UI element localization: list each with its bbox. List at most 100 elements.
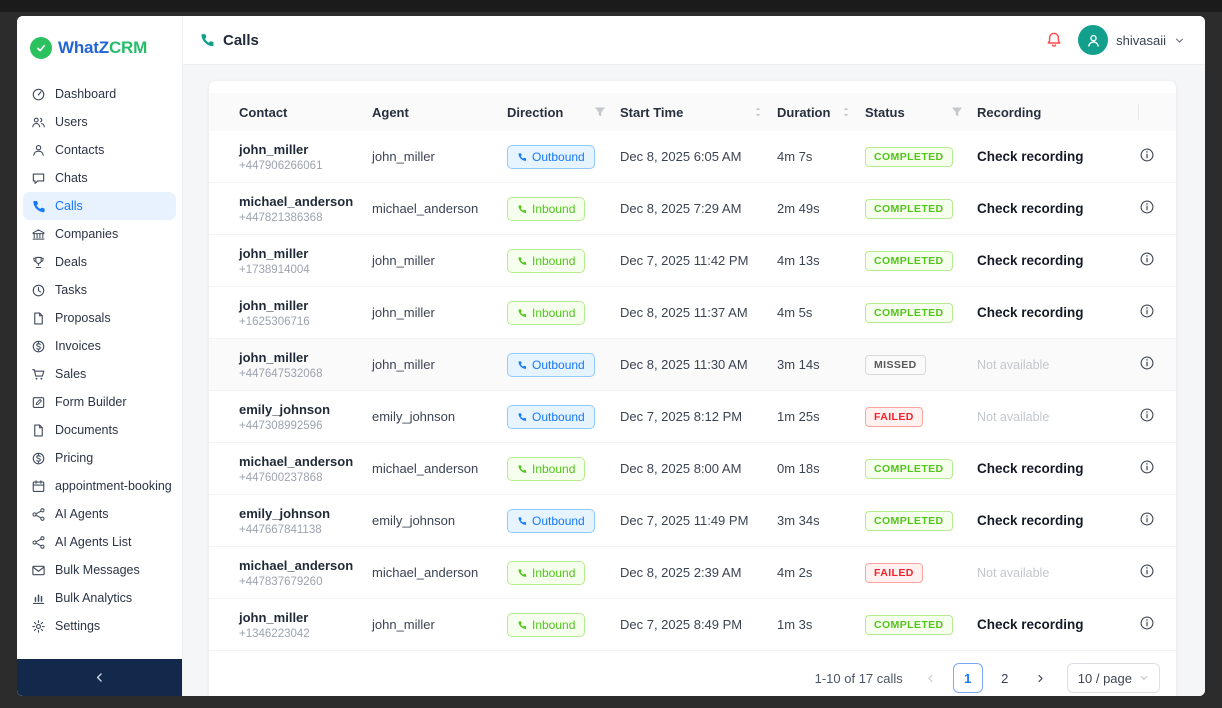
info-icon[interactable] xyxy=(1139,563,1155,579)
sidebar-item-pricing[interactable]: Pricing xyxy=(23,444,176,472)
sidebar-item-documents[interactable]: Documents xyxy=(23,416,176,444)
sidebar-nav: Dashboard Users Contacts Chats Calls Companie… xyxy=(17,74,182,659)
sidebar-item-label: Contacts xyxy=(55,143,105,157)
info-icon[interactable] xyxy=(1139,355,1155,371)
sidebar-item-dashboard[interactable]: Dashboard xyxy=(23,80,176,108)
start-time-cell: Dec 7, 2025 8:12 PM xyxy=(620,390,777,443)
sidebar-item-label: Documents xyxy=(55,423,119,437)
sidebar-item-invoices[interactable]: Invoices xyxy=(23,332,176,360)
filter-icon[interactable] xyxy=(951,106,963,118)
app-window: WhatZCRM Dashboard Users Contacts Chats Call… xyxy=(17,16,1205,696)
sidebar-item-chats[interactable]: Chats xyxy=(23,164,176,192)
column-header-duration[interactable]: Duration xyxy=(777,93,865,131)
phone-icon xyxy=(517,516,527,526)
table-row[interactable]: michael_anderson +447821386368 michael_and… xyxy=(209,182,1176,235)
bell-icon[interactable] xyxy=(1045,31,1063,49)
status-badge: FAILED xyxy=(865,562,923,583)
filter-icon[interactable] xyxy=(594,106,606,118)
direction-badge: Inbound xyxy=(507,300,586,325)
sidebar-item-proposals[interactable]: Proposals xyxy=(23,304,176,332)
sidebar-item-companies[interactable]: Companies xyxy=(23,220,176,248)
sidebar-item-contacts[interactable]: Contacts xyxy=(23,136,176,164)
sidebar-item-ai-agents-list[interactable]: AI Agents List xyxy=(23,528,176,556)
status-badge: FAILED xyxy=(865,406,923,427)
contact-name: michael_anderson xyxy=(239,193,354,209)
start-time-cell: Dec 8, 2025 8:00 AM xyxy=(620,442,777,495)
user-menu[interactable]: shivasaii xyxy=(1078,25,1185,55)
table-row[interactable]: john_miller +1738914004 john_miller Inbound… xyxy=(209,234,1176,287)
direction-badge: Inbound xyxy=(507,248,586,273)
sidebar-item-appointment-booking[interactable]: appointment-booking xyxy=(23,472,176,500)
sorter-icon[interactable] xyxy=(841,107,851,117)
table-row[interactable]: john_miller +1625306716 john_miller Inbound… xyxy=(209,286,1176,339)
recording-link[interactable]: Check recording xyxy=(977,253,1084,268)
recording-link[interactable]: Check recording xyxy=(977,305,1084,320)
direction-badge: Outbound xyxy=(507,404,595,429)
info-icon[interactable] xyxy=(1139,615,1155,631)
recording-link[interactable]: Check recording xyxy=(977,617,1084,632)
duration-cell: 4m 5s xyxy=(777,286,865,339)
info-icon[interactable] xyxy=(1139,459,1155,475)
recording-link[interactable]: Check recording xyxy=(977,149,1084,164)
sidebar-item-label: Calls xyxy=(55,199,83,213)
recording-link[interactable]: Check recording xyxy=(977,513,1084,528)
sidebar-item-sales[interactable]: Sales xyxy=(23,360,176,388)
duration-cell: 4m 13s xyxy=(777,234,865,287)
status-badge: COMPLETED xyxy=(865,614,953,635)
agent-cell: john_miller xyxy=(372,234,507,287)
agent-cell: emily_johnson xyxy=(372,390,507,443)
table-row[interactable]: john_miller +1346223042 john_miller Inbound… xyxy=(209,598,1176,651)
next-page-button[interactable] xyxy=(1027,664,1055,692)
status-badge: MISSED xyxy=(865,354,926,375)
start-time-cell: Dec 8, 2025 7:29 AM xyxy=(620,182,777,235)
recording-link: Not available xyxy=(977,566,1050,580)
previous-page-button[interactable] xyxy=(917,664,945,692)
contact-phone: +447837679260 xyxy=(239,575,323,588)
phone-icon xyxy=(517,620,527,630)
table-row[interactable]: emily_johnson +447667841138 emily_johnson O… xyxy=(209,494,1176,547)
sidebar-item-bulk-analytics[interactable]: Bulk Analytics xyxy=(23,584,176,612)
sidebar-item-bulk-messages[interactable]: Bulk Messages xyxy=(23,556,176,584)
column-header-direction[interactable]: Direction xyxy=(507,93,620,131)
sidebar: WhatZCRM Dashboard Users Contacts Chats Call… xyxy=(17,16,183,696)
column-header-status[interactable]: Status xyxy=(865,93,977,131)
agent-cell: john_miller xyxy=(372,286,507,339)
page-size-select[interactable]: 10 / page xyxy=(1066,663,1160,693)
info-icon[interactable] xyxy=(1139,511,1155,527)
table-row[interactable]: michael_anderson +447837679260 michael_and… xyxy=(209,546,1176,599)
agent-cell: michael_anderson xyxy=(372,442,507,495)
column-header-start-time[interactable]: Start Time xyxy=(620,93,777,131)
info-icon[interactable] xyxy=(1139,303,1155,319)
sidebar-item-tasks[interactable]: Tasks xyxy=(23,276,176,304)
logo-text-whatz: WhatZ xyxy=(58,38,109,57)
info-icon[interactable] xyxy=(1139,407,1155,423)
sidebar-collapse-button[interactable] xyxy=(17,659,182,696)
table-row[interactable]: john_miller +447906266061 john_miller Outbo… xyxy=(209,131,1176,183)
page-button-1[interactable]: 1 xyxy=(952,663,983,693)
page-button-2[interactable]: 2 xyxy=(991,664,1019,692)
sorter-icon[interactable] xyxy=(753,107,763,117)
agent-cell: emily_johnson xyxy=(372,494,507,547)
duration-cell: 4m 7s xyxy=(777,131,865,183)
top-bar: Calls shivasaii xyxy=(183,16,1205,65)
sidebar-item-settings[interactable]: Settings xyxy=(23,612,176,640)
table-row[interactable]: michael_anderson +447600237868 michael_and… xyxy=(209,442,1176,495)
logo-text: WhatZCRM xyxy=(58,38,147,58)
contact-phone: +447647532068 xyxy=(239,367,323,380)
contact-phone: +447906266061 xyxy=(239,159,323,172)
info-icon[interactable] xyxy=(1139,199,1155,215)
contact-name: john_miller xyxy=(239,349,309,365)
page-title: Calls xyxy=(199,32,259,49)
sidebar-item-ai-agents[interactable]: AI Agents xyxy=(23,500,176,528)
recording-link[interactable]: Check recording xyxy=(977,461,1084,476)
table-row[interactable]: emily_johnson +447308992596 emily_johnson O… xyxy=(209,390,1176,443)
sidebar-item-form-builder[interactable]: Form Builder xyxy=(23,388,176,416)
sidebar-item-deals[interactable]: Deals xyxy=(23,248,176,276)
sidebar-item-users[interactable]: Users xyxy=(23,108,176,136)
sidebar-item-calls[interactable]: Calls xyxy=(23,192,176,220)
info-icon[interactable] xyxy=(1139,147,1155,163)
recording-link[interactable]: Check recording xyxy=(977,201,1084,216)
table-row[interactable]: john_miller +447647532068 john_miller Outbo… xyxy=(209,338,1176,391)
info-icon[interactable] xyxy=(1139,251,1155,267)
status-badge: COMPLETED xyxy=(865,146,953,167)
